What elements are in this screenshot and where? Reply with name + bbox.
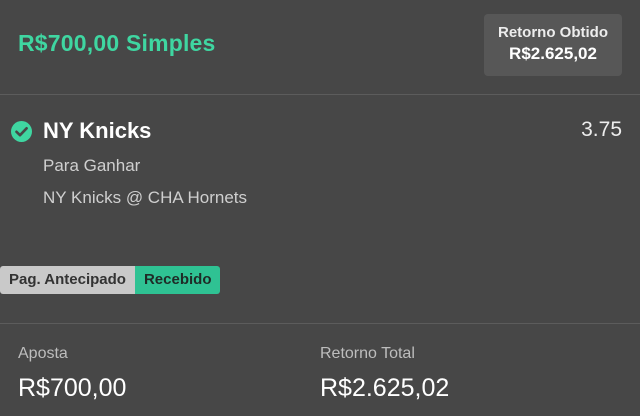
selection-market: Para Ganhar (43, 156, 141, 175)
early-payout-badge: Pag. Antecipado (0, 266, 135, 294)
status-badges: Pag. Antecipado Recebido (0, 266, 221, 294)
return-obtained-box: Retorno Obtido R$2.625,02 (484, 14, 622, 76)
stake-label: Aposta (18, 345, 68, 362)
return-obtained-value: R$2.625,02 (509, 44, 597, 63)
selection-team: NY Knicks (43, 118, 152, 143)
total-return-label: Retorno Total (320, 345, 415, 362)
selection-event: NY Knicks @ CHA Hornets (43, 188, 248, 207)
bet-title: R$700,00 Simples (18, 30, 216, 56)
bet-header: R$700,00 Simples Retorno Obtido R$2.625,… (0, 0, 640, 94)
total-return-value: R$2.625,02 (320, 374, 450, 402)
selection-odds: 3.75 (581, 118, 622, 141)
stake-value: R$700,00 (18, 374, 127, 402)
check-circle-icon (11, 121, 32, 142)
received-badge: Recebido (134, 266, 221, 294)
footer-divider (0, 323, 640, 324)
header-divider (0, 94, 640, 95)
return-obtained-label: Retorno Obtido (498, 24, 608, 41)
